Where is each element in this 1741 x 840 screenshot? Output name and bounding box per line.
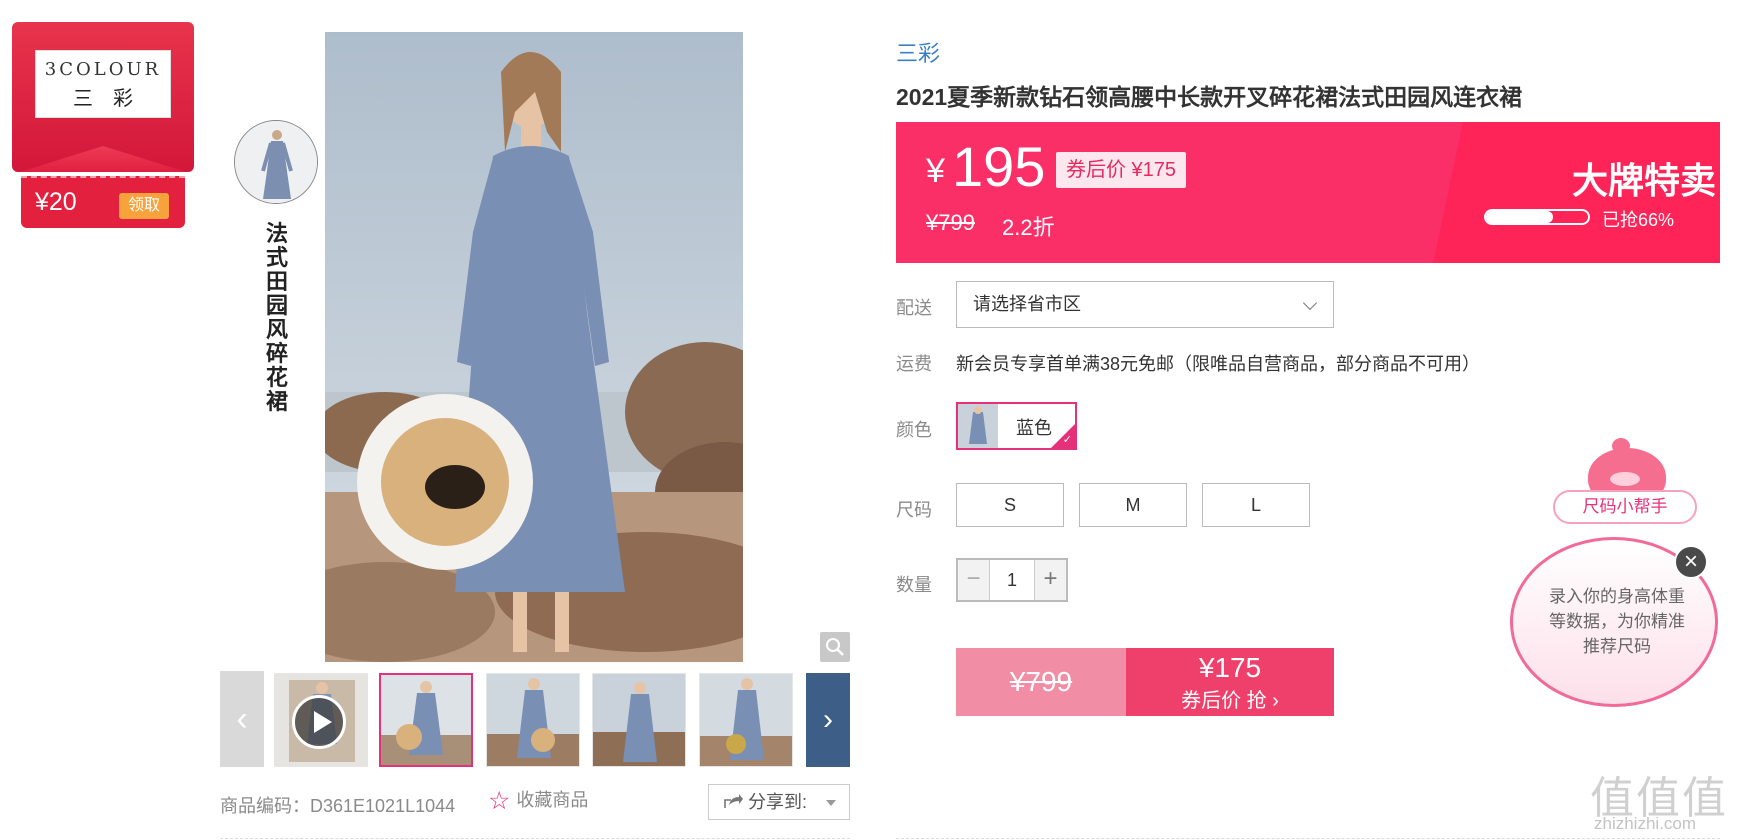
region-select-value: 请选择省市区 xyxy=(973,294,1081,314)
size-helper-text: 录入你的身高体重等数据，为你精准推荐尺码 xyxy=(1549,587,1685,656)
main-product-image[interactable] xyxy=(325,32,743,662)
product-code: 商品编码：D361E1021L1044 xyxy=(220,796,456,816)
buy-action-label: 券后价 抢 › xyxy=(1181,690,1279,712)
style-thumbnail xyxy=(234,120,318,204)
size-option-s[interactable]: S xyxy=(956,483,1064,527)
delivery-label: 配送 xyxy=(896,298,932,318)
promo-label: 大牌特卖 xyxy=(1572,160,1717,201)
style-caption: 法式田园风碎花裙 xyxy=(265,221,288,414)
coupon-price-badge: 券后价 ¥175 xyxy=(1056,152,1187,188)
thumbnail-item[interactable] xyxy=(486,673,580,767)
magnifier-icon xyxy=(826,638,844,656)
price-symbol: ¥ xyxy=(926,152,945,190)
size-label: 尺码 xyxy=(896,500,932,520)
fee-label: 运费 xyxy=(896,354,932,374)
quantity-stepper: − 1 + xyxy=(956,558,1068,602)
star-icon: ☆ xyxy=(488,787,511,815)
watermark-url: zhizhizhi.com xyxy=(1594,814,1697,833)
caret-down-icon xyxy=(826,800,837,806)
quantity-increase-button[interactable]: + xyxy=(1034,560,1066,600)
favorite-label: 收藏商品 xyxy=(516,790,589,810)
size-helper-button[interactable]: 尺码小帮手 xyxy=(1553,490,1697,524)
zoom-button[interactable] xyxy=(820,632,850,662)
shipping-fee-text: 新会员专享首单满38元免邮（限唯品自营商品，部分商品不可用） xyxy=(956,354,1481,374)
sold-percentage: 已抢66% xyxy=(1602,210,1675,230)
color-option-blue[interactable]: 蓝色 ✓ xyxy=(956,402,1077,450)
size-option-l[interactable]: L xyxy=(1202,483,1310,527)
buy-button[interactable]: ¥799 ¥175 券后价 抢 › xyxy=(956,648,1334,716)
thumbnail-item[interactable] xyxy=(379,673,473,767)
coupon-header: 3COLOUR 三彩 xyxy=(12,22,194,172)
share-dropdown[interactable]: 分享到: xyxy=(708,784,850,820)
check-icon: ✓ xyxy=(1062,434,1072,446)
price-panel: ¥ 195 券后价 ¥175 ¥799 2.2折 大牌特卖 已抢66% xyxy=(896,122,1720,263)
buy-coupon-action[interactable]: ¥175 券后价 抢 › xyxy=(1126,648,1334,716)
color-label: 颜色 xyxy=(896,420,932,440)
color-swatch-image xyxy=(958,404,998,448)
divider xyxy=(896,838,1720,839)
chevron-down-icon xyxy=(1302,295,1318,311)
region-select[interactable]: 请选择省市区 xyxy=(956,281,1334,328)
coupon-amount: ¥20 xyxy=(35,188,77,216)
product-title: 2021夏季新款钻石领高腰中长款开叉碎花裙法式田园风连衣裙 xyxy=(896,84,1523,110)
thumbnail-next-button[interactable]: › xyxy=(806,673,850,767)
size-option-m[interactable]: M xyxy=(1079,483,1187,527)
color-option-label: 蓝色 xyxy=(1016,418,1052,438)
quantity-value[interactable]: 1 xyxy=(992,560,1032,600)
sold-progress-fill xyxy=(1486,211,1554,223)
favorite-button[interactable]: ☆ 收藏商品 xyxy=(488,786,588,816)
thumbnail-item[interactable] xyxy=(592,673,686,767)
coupon-body: ¥20 领取 xyxy=(21,176,185,228)
sold-progress-bar xyxy=(1484,209,1590,225)
original-price: ¥799 xyxy=(926,210,975,235)
shop-coupon[interactable]: 3COLOUR 三彩 ¥20 领取 xyxy=(12,22,194,228)
share-icon xyxy=(723,792,748,812)
brand-logo-cn: 三彩 xyxy=(73,86,153,110)
thumbnail-prev-button[interactable]: ‹ xyxy=(220,671,264,767)
buy-original-price: ¥799 xyxy=(956,648,1126,716)
close-icon[interactable]: × xyxy=(1674,545,1708,579)
coupon-claim-button[interactable]: 领取 xyxy=(119,193,169,219)
buy-coupon-price: ¥175 xyxy=(1198,652,1262,683)
video-play-icon[interactable] xyxy=(292,695,346,749)
divider xyxy=(220,838,850,839)
sale-price: 195 xyxy=(952,135,1046,198)
quantity-label: 数量 xyxy=(896,575,932,595)
discount-rate: 2.2折 xyxy=(1002,215,1055,240)
brand-logo-en: 3COLOUR xyxy=(44,59,162,80)
thumbnail-item[interactable] xyxy=(699,673,793,767)
quantity-decrease-button[interactable]: − xyxy=(958,560,990,600)
brand-logo: 3COLOUR 三彩 xyxy=(35,50,171,118)
share-label: 分享到: xyxy=(748,792,808,812)
brand-link[interactable]: 三彩 xyxy=(896,36,940,68)
